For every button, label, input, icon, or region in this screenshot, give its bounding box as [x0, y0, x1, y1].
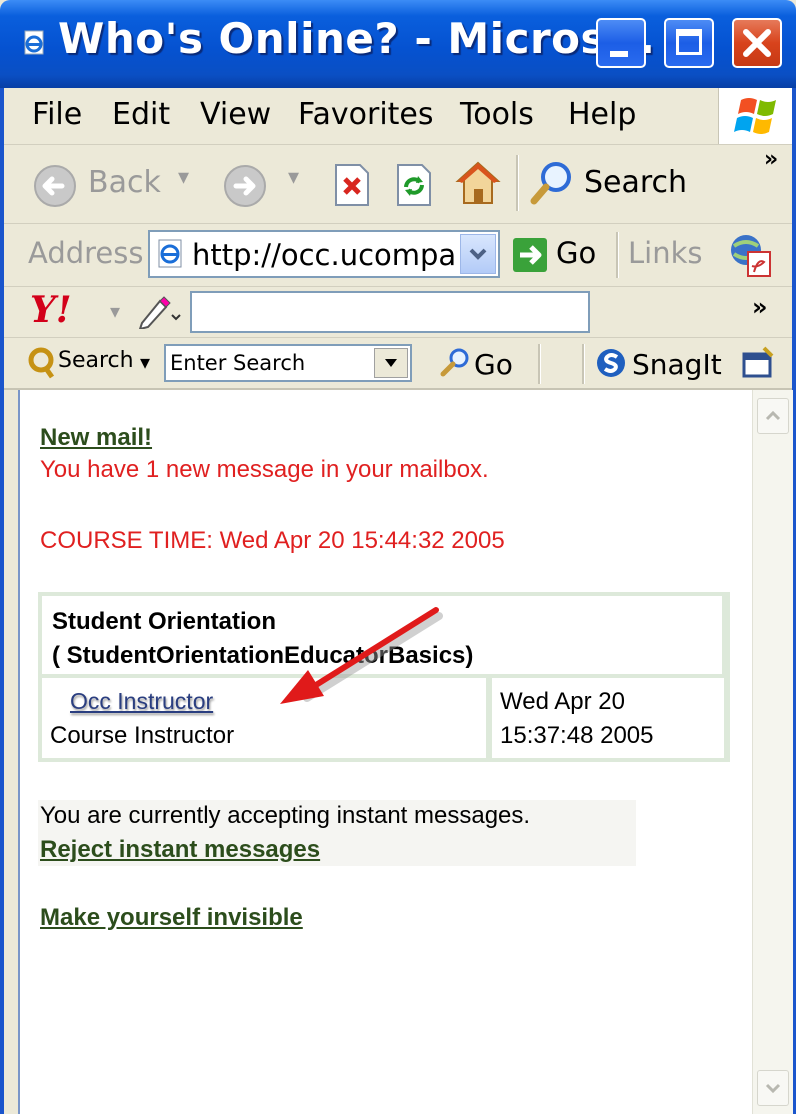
minimize-button[interactable]	[596, 18, 646, 68]
forward-button[interactable]: ▾	[220, 159, 310, 209]
address-url: http://occ.ucompa	[192, 238, 457, 272]
go-label: Go	[556, 236, 597, 270]
pdf-globe-icon[interactable]	[728, 232, 774, 278]
search-separator-2	[582, 344, 585, 384]
im-status: You are currently accepting instant mess…	[40, 802, 531, 829]
chevron-down-icon	[765, 1083, 781, 1094]
maximize-icon	[676, 29, 702, 55]
search-go-label: Go	[474, 348, 513, 381]
maximize-button[interactable]	[664, 18, 714, 68]
address-label: Address	[28, 236, 144, 270]
forward-dropdown-icon[interactable]: ▾	[288, 165, 299, 190]
enter-search-combo[interactable]: Enter Search	[164, 344, 412, 382]
toolbar-overflow-chevron[interactable]: »	[764, 147, 778, 172]
search-label: Search	[584, 165, 688, 200]
course-name: Student Orientation	[52, 608, 276, 635]
yahoo-logo[interactable]: Y!	[30, 289, 72, 331]
menu-favorites[interactable]: Favorites	[298, 97, 434, 132]
new-mail-message: You have 1 new message in your mailbox.	[40, 456, 489, 483]
back-dropdown-icon[interactable]: ▾	[178, 165, 189, 190]
course-time: COURSE TIME: Wed Apr 20 15:44:32 2005	[40, 527, 505, 554]
search-menu-dropdown-icon[interactable]: ▾	[140, 350, 150, 374]
vertical-scrollbar[interactable]	[752, 390, 793, 1114]
yahoo-toolbar: Y! ▾ »	[0, 287, 796, 338]
pencil-icon[interactable]	[138, 295, 182, 329]
search-button[interactable]: Search	[528, 159, 688, 209]
title-bar[interactable]: Who's Online? - Micros...	[0, 0, 796, 88]
yahoo-search-input[interactable]	[190, 291, 590, 333]
window-left-border	[0, 88, 4, 1114]
scroll-down-button[interactable]	[757, 1070, 789, 1106]
chevron-down-icon	[469, 248, 487, 260]
magnifier-icon	[530, 162, 571, 205]
yahoo-dropdown-icon[interactable]: ▾	[110, 299, 120, 323]
search-toolbar: Search ▾ Enter Search Go SnagIt	[0, 338, 796, 390]
login-date: Wed Apr 20	[500, 688, 625, 715]
ie-page-icon	[24, 30, 44, 55]
snagit-capture-icon[interactable]	[740, 346, 776, 380]
q-search-icon[interactable]	[28, 345, 58, 381]
window-title: Who's Online? - Micros...	[58, 14, 656, 63]
make-invisible-link[interactable]: Make yourself invisible	[40, 904, 303, 932]
minimize-icon	[610, 51, 628, 57]
search-menu-label[interactable]: Search	[58, 348, 134, 373]
instructor-role: Course Instructor	[50, 722, 235, 749]
back-button[interactable]: Back ▾	[30, 159, 200, 209]
back-label: Back	[88, 165, 161, 200]
chevron-up-icon	[765, 410, 781, 421]
instructor-link[interactable]: Occ Instructor	[70, 688, 213, 715]
login-time: 15:37:48 2005	[500, 722, 654, 749]
magnifier-icon	[440, 348, 469, 377]
menu-bar: File Edit View Favorites Tools Help	[0, 88, 796, 145]
browser-window: Who's Online? - Micros... File Edit View…	[0, 0, 796, 1114]
chevron-down-icon	[385, 359, 397, 367]
reject-im-link[interactable]: Reject instant messages	[40, 836, 320, 864]
enter-search-dropdown-button[interactable]	[374, 348, 408, 378]
scroll-up-button[interactable]	[757, 398, 789, 434]
address-separator	[616, 232, 619, 278]
search-go-button[interactable]: Go	[438, 342, 528, 384]
close-button[interactable]	[732, 18, 782, 68]
go-arrow-icon	[513, 238, 547, 272]
links-label[interactable]: Links	[628, 236, 703, 270]
menu-tools[interactable]: Tools	[460, 97, 534, 132]
stop-icon[interactable]	[332, 163, 372, 207]
go-button[interactable]: Go	[510, 232, 606, 278]
snagit-button[interactable]: SnagIt	[594, 342, 744, 384]
yahoo-overflow-chevron[interactable]: »	[752, 293, 768, 321]
search-separator	[538, 344, 541, 384]
back-arrow-icon	[34, 165, 76, 207]
annotation-arrow	[280, 607, 443, 704]
menu-file[interactable]: File	[32, 97, 82, 132]
login-time-cell: Wed Apr 20 15:37:48 2005	[492, 678, 724, 758]
menu-edit[interactable]: Edit	[112, 97, 170, 132]
close-icon	[743, 29, 771, 57]
refresh-icon[interactable]	[394, 163, 434, 207]
forward-arrow-icon	[224, 165, 266, 207]
home-icon[interactable]	[454, 159, 502, 207]
snagit-label: SnagIt	[632, 348, 722, 381]
ie-page-icon	[158, 239, 182, 268]
standard-toolbar: Back ▾ ▾ Search »	[0, 145, 796, 224]
menu-view[interactable]: View	[200, 97, 271, 132]
menu-help[interactable]: Help	[568, 97, 636, 132]
address-dropdown-button[interactable]	[460, 234, 496, 274]
windows-flag-icon	[718, 88, 796, 144]
new-mail-link[interactable]: New mail!	[40, 424, 152, 452]
address-bar: Address http://occ.ucompa Go Links	[0, 224, 796, 287]
enter-search-placeholder: Enter Search	[170, 351, 306, 375]
toolbar-separator	[516, 155, 519, 211]
snagit-icon	[597, 349, 625, 377]
address-input[interactable]: http://occ.ucompa	[148, 230, 500, 278]
instant-message-box: You are currently accepting instant mess…	[38, 800, 636, 866]
